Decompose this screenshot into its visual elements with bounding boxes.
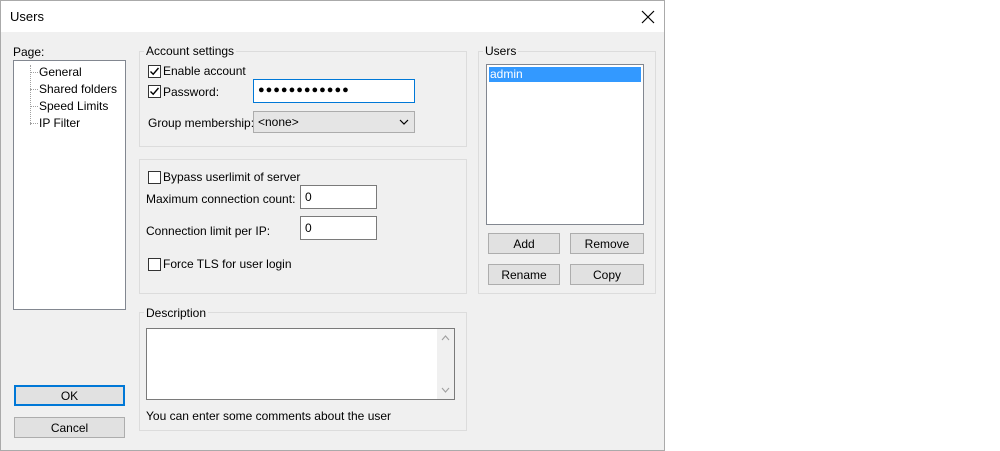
description-title: Description xyxy=(144,306,209,320)
limit-per-ip-field[interactable]: 0 xyxy=(300,216,377,240)
group-membership-label: Group membership: xyxy=(148,116,255,130)
password-label: Password: xyxy=(163,85,220,99)
bypass-userlimit-checkbox[interactable] xyxy=(148,171,161,184)
enable-account-label: Enable account xyxy=(163,64,246,78)
add-button-label: Add xyxy=(513,236,535,251)
scroll-up-icon[interactable] xyxy=(441,335,450,341)
enable-account-checkbox[interactable] xyxy=(148,65,161,78)
page-tree[interactable]: General Shared folders Speed Limits IP F… xyxy=(13,60,126,310)
scroll-down-icon[interactable] xyxy=(441,387,450,393)
tree-item-ip-filter[interactable]: IP Filter xyxy=(39,116,80,130)
tree-item-general[interactable]: General xyxy=(39,65,82,79)
description-scrollbar[interactable] xyxy=(437,329,454,399)
tree-item-speed-limits[interactable]: Speed Limits xyxy=(39,99,108,113)
rename-button-label: Rename xyxy=(501,267,547,282)
close-icon xyxy=(641,10,654,23)
list-item-user[interactable]: admin xyxy=(489,67,641,82)
cancel-button-label: Cancel xyxy=(50,420,89,435)
copy-user-button[interactable]: Copy xyxy=(570,264,644,285)
ok-button-label: OK xyxy=(60,388,79,403)
max-connection-field[interactable]: 0 xyxy=(300,185,377,209)
close-button[interactable] xyxy=(631,2,664,31)
password-checkbox[interactable] xyxy=(148,85,161,98)
user-name: admin xyxy=(490,67,523,81)
chevron-down-icon xyxy=(399,119,409,125)
page-label: Page: xyxy=(13,45,45,59)
description-textarea[interactable] xyxy=(146,328,455,400)
window-title: Users xyxy=(10,9,44,24)
add-user-button[interactable]: Add xyxy=(488,233,560,254)
title-bar: Users xyxy=(1,1,664,32)
cancel-button[interactable]: Cancel xyxy=(14,417,125,438)
ok-button[interactable]: OK xyxy=(14,385,125,406)
remove-user-button[interactable]: Remove xyxy=(570,233,644,254)
checkmark-icon xyxy=(150,67,160,76)
password-field[interactable]: ●●●●●●●●●●●● xyxy=(253,79,415,103)
account-settings-title: Account settings xyxy=(144,44,237,58)
max-connection-label: Maximum connection count: xyxy=(146,192,296,206)
description-hint: You can enter some comments about the us… xyxy=(146,409,392,423)
limit-per-ip-label: Connection limit per IP: xyxy=(146,224,271,238)
remove-button-label: Remove xyxy=(584,236,630,251)
users-list[interactable]: admin xyxy=(486,64,644,225)
force-tls-label: Force TLS for user login xyxy=(163,257,292,271)
group-membership-select[interactable]: <none> xyxy=(253,111,415,133)
copy-button-label: Copy xyxy=(592,267,621,282)
users-title: Users xyxy=(483,44,519,58)
bypass-userlimit-label: Bypass userlimit of server xyxy=(163,170,301,184)
checkmark-icon xyxy=(150,87,160,96)
force-tls-checkbox[interactable] xyxy=(148,258,161,271)
tree-item-shared-folders[interactable]: Shared folders xyxy=(39,82,117,96)
group-membership-value: <none> xyxy=(258,115,299,129)
users-dialog: Users Page: General Shared folders Speed… xyxy=(0,0,665,451)
rename-user-button[interactable]: Rename xyxy=(488,264,560,285)
